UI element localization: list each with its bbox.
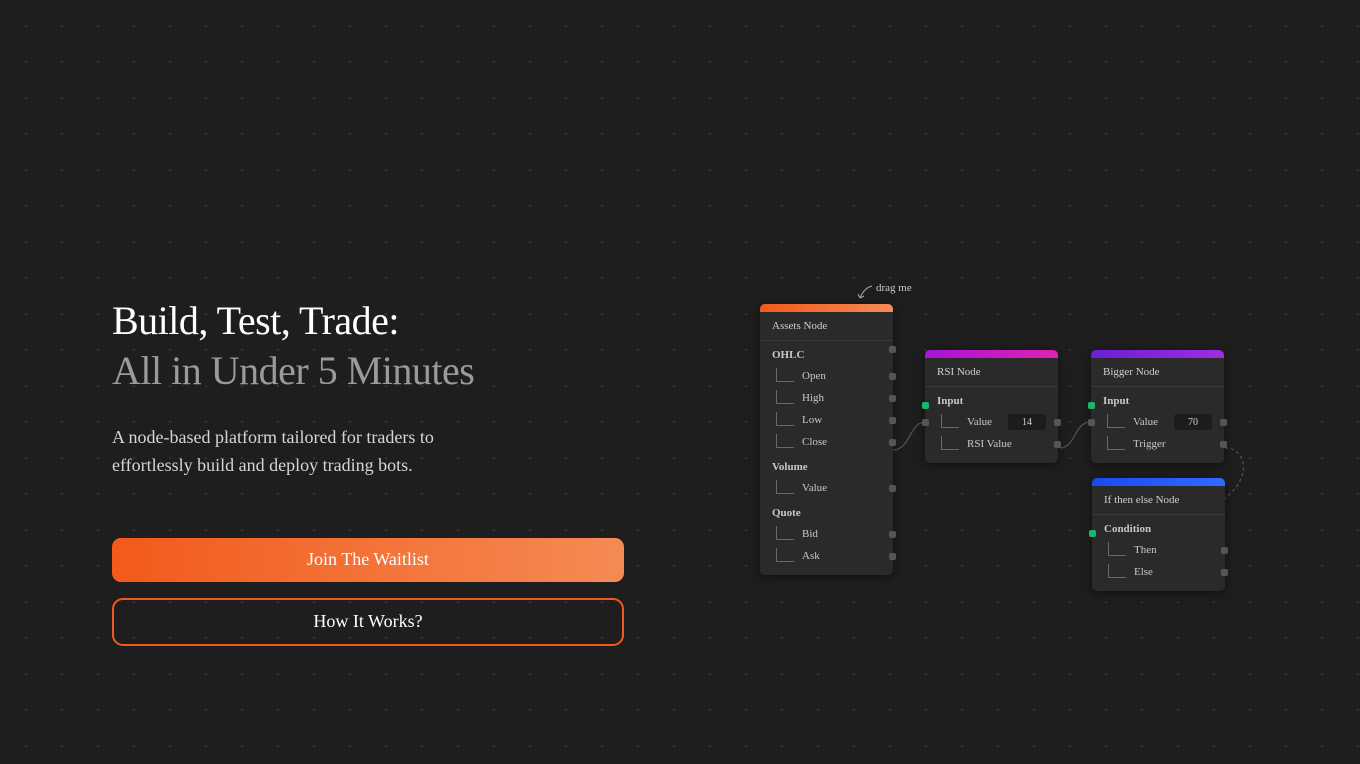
rsi-node[interactable]: RSI Node Input Value 14 RSI Value: [925, 350, 1058, 463]
port-in[interactable]: [922, 402, 929, 409]
line-icon: [776, 548, 796, 564]
port-out[interactable]: [889, 395, 896, 402]
rsi-input-label: Input: [925, 387, 1058, 411]
port-out[interactable]: [1220, 441, 1227, 448]
port-out[interactable]: [1220, 419, 1227, 426]
port-in[interactable]: [1088, 419, 1095, 426]
bigger-input-label: Input: [1091, 387, 1224, 411]
ifelse-then-row: Then: [1092, 539, 1225, 561]
bigger-node-bar: [1091, 350, 1224, 358]
port-out[interactable]: [889, 531, 896, 538]
assets-node-bar: [760, 304, 893, 312]
port-out[interactable]: [1054, 419, 1061, 426]
hero-description: A node-based platform tailored for trade…: [112, 424, 512, 480]
assets-node[interactable]: Assets Node OHLC Open High Low Close Vol…: [760, 304, 893, 575]
line-icon: [1107, 436, 1127, 452]
port-out[interactable]: [889, 439, 896, 446]
line-icon: [1107, 414, 1127, 430]
line-icon: [1108, 542, 1128, 558]
drag-hint-label: drag me: [876, 282, 912, 294]
port-in[interactable]: [1089, 530, 1096, 537]
bigger-value-row: Value 70: [1091, 411, 1224, 433]
bigger-trigger-row: Trigger: [1091, 433, 1224, 455]
line-icon: [776, 390, 796, 406]
rsi-value-row: Value 14: [925, 411, 1058, 433]
rsi-node-bar: [925, 350, 1058, 358]
row-low: Low: [760, 409, 893, 431]
line-icon: [941, 436, 961, 452]
bigger-value-input[interactable]: 70: [1174, 414, 1212, 430]
hero-title-line1: Build, Test, Trade:: [112, 298, 399, 343]
join-waitlist-button[interactable]: Join The Waitlist: [112, 538, 624, 582]
line-icon: [776, 368, 796, 384]
ifelse-condition-label: Condition: [1092, 515, 1225, 539]
line-icon: [776, 526, 796, 542]
ifelse-node-bar: [1092, 478, 1225, 486]
port-out[interactable]: [1054, 441, 1061, 448]
hero-title: Build, Test, Trade: All in Under 5 Minut…: [112, 296, 632, 396]
row-close: Close: [760, 431, 893, 453]
rsi-value-input[interactable]: 14: [1008, 414, 1046, 430]
port-out[interactable]: [889, 417, 896, 424]
bigger-node-title: Bigger Node: [1091, 358, 1224, 387]
port-out[interactable]: [1221, 547, 1228, 554]
ifelse-node-title: If then else Node: [1092, 486, 1225, 515]
row-open: Open: [760, 365, 893, 387]
row-high: High: [760, 387, 893, 409]
how-it-works-button[interactable]: How It Works?: [112, 598, 624, 646]
line-icon: [776, 480, 796, 496]
row-bid: Bid: [760, 523, 893, 545]
quote-label: Quote: [760, 499, 893, 523]
port-in[interactable]: [922, 419, 929, 426]
port-out[interactable]: [1221, 569, 1228, 576]
rsi-output-row: RSI Value: [925, 433, 1058, 455]
bigger-node[interactable]: Bigger Node Input Value 70 Trigger: [1091, 350, 1224, 463]
port-out[interactable]: [889, 485, 896, 492]
hero-buttons: Join The Waitlist How It Works?: [112, 538, 624, 646]
assets-node-title: Assets Node: [760, 312, 893, 341]
port-out[interactable]: [889, 346, 896, 353]
ifelse-else-row: Else: [1092, 561, 1225, 583]
ohlc-label: OHLC: [760, 341, 893, 365]
row-ask: Ask: [760, 545, 893, 567]
port-out[interactable]: [889, 373, 896, 380]
hero-title-line2: All in Under 5 Minutes: [112, 348, 474, 393]
drag-arrow-icon: [856, 284, 876, 304]
line-icon: [941, 414, 961, 430]
port-out[interactable]: [889, 553, 896, 560]
ifelse-node[interactable]: If then else Node Condition Then Else: [1092, 478, 1225, 591]
line-icon: [776, 434, 796, 450]
line-icon: [776, 412, 796, 428]
port-in[interactable]: [1088, 402, 1095, 409]
row-volume-value: Value: [760, 477, 893, 499]
volume-label: Volume: [760, 453, 893, 477]
node-canvas[interactable]: drag me Assets Node OHLC Open High Low C…: [760, 280, 1320, 620]
rsi-node-title: RSI Node: [925, 358, 1058, 387]
hero-section: Build, Test, Trade: All in Under 5 Minut…: [112, 296, 632, 646]
line-icon: [1108, 564, 1128, 580]
